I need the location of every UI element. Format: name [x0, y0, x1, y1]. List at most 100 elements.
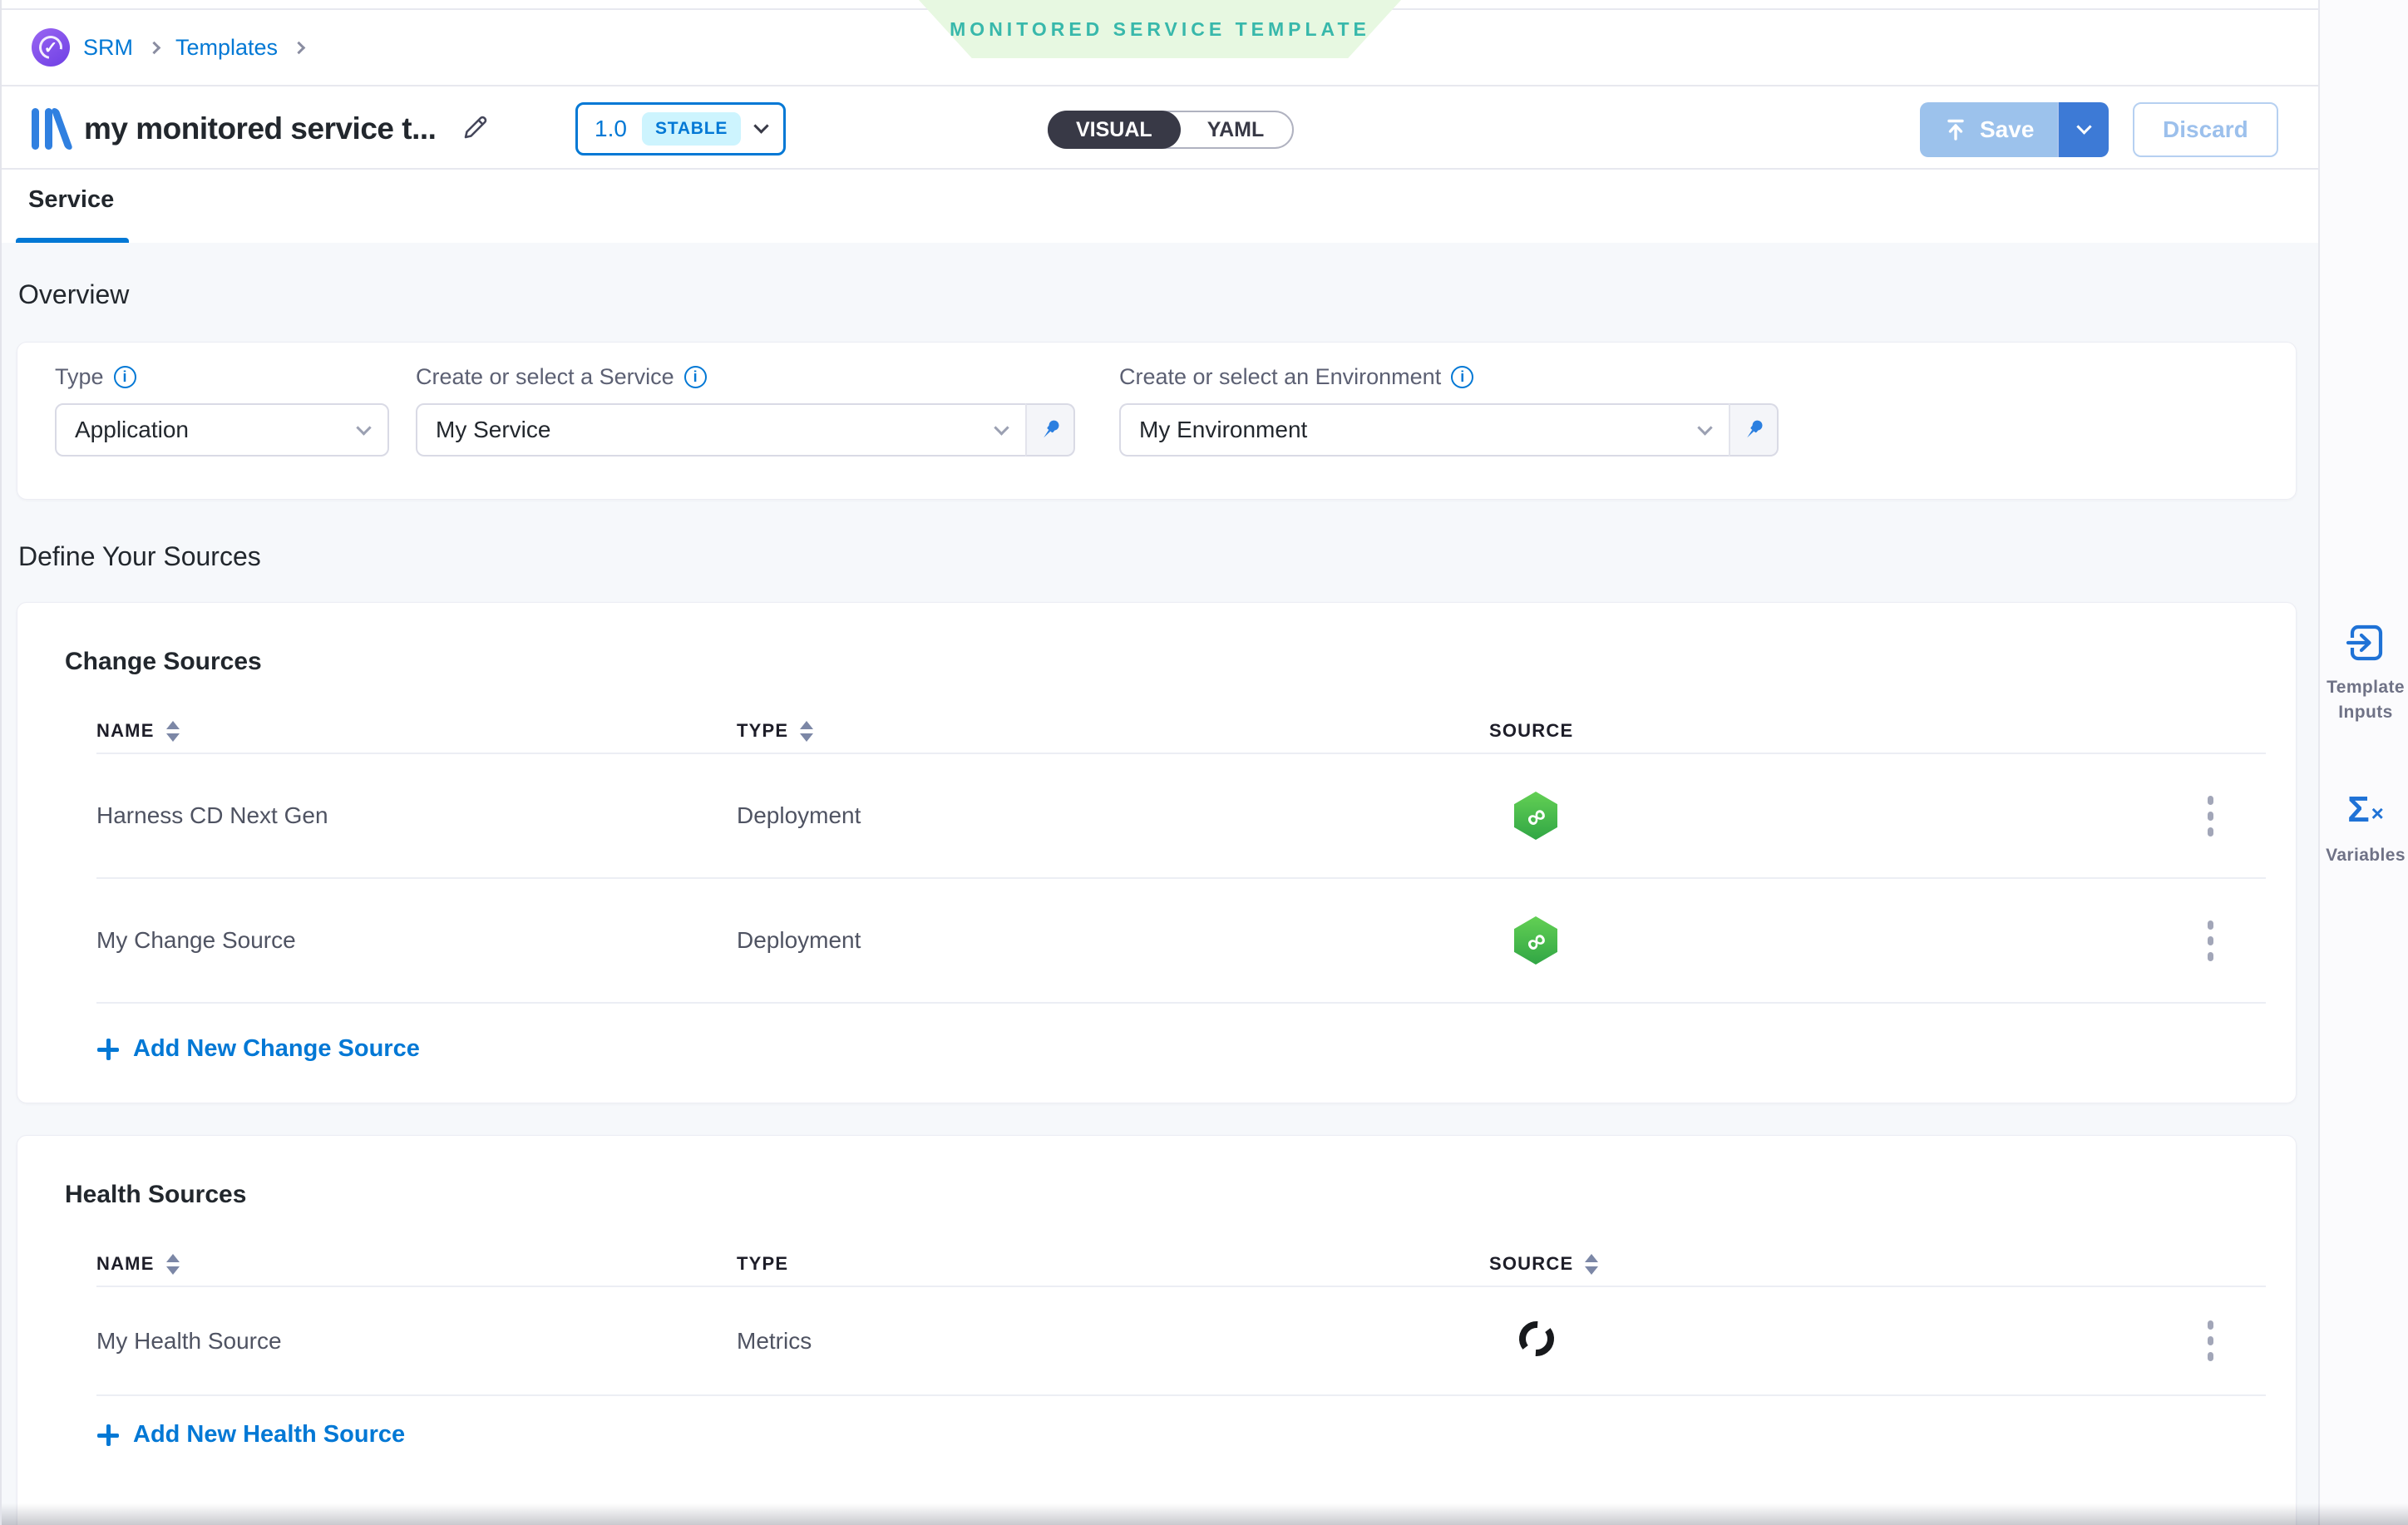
- service-label: Create or select a Service: [416, 364, 674, 390]
- variables-button[interactable]: Σ× Variables: [2320, 792, 2408, 868]
- harness-cd-hexagon-icon: [1514, 916, 1557, 965]
- change-sources-heading: Change Sources: [65, 648, 2296, 676]
- plus-icon: [96, 1038, 120, 1061]
- health-sources-card: Health Sources NAME TYPE SOURCE: [17, 1135, 2297, 1525]
- add-change-source-label: Add New Change Source: [133, 1035, 420, 1063]
- chevron-down-icon: [356, 420, 371, 435]
- row-options-menu-icon[interactable]: [2196, 789, 2225, 843]
- monitored-service-template-page: MONITORED SERVICE TEMPLATE SRM Templates…: [0, 0, 2408, 1525]
- pin-environment-button[interactable]: [1729, 403, 1779, 457]
- add-change-source-button[interactable]: Add New Change Source: [96, 1035, 2296, 1063]
- breadcrumb-srm-link[interactable]: SRM: [83, 35, 133, 61]
- save-button[interactable]: Save: [1920, 102, 2057, 157]
- info-icon[interactable]: i: [1451, 366, 1473, 388]
- appdynamics-icon: [1514, 1316, 1559, 1361]
- health-sources-table: NAME TYPE SOURCE My Health Source Metric…: [96, 1242, 2266, 1394]
- divider: [96, 1394, 2266, 1396]
- column-header-name[interactable]: NAME: [96, 720, 737, 742]
- chevron-right-icon: [293, 41, 306, 54]
- edit-pencil-icon[interactable]: [459, 111, 492, 148]
- overview-heading: Overview: [18, 279, 2318, 310]
- environment-select-value: My Environment: [1139, 417, 1307, 443]
- define-sources-heading: Define Your Sources: [18, 541, 2318, 572]
- sort-icon: [1585, 1254, 1598, 1275]
- discard-button-label: Discard: [2163, 116, 2248, 143]
- upload-arrow-icon: [1943, 117, 1968, 142]
- row-name: My Change Source: [96, 927, 737, 954]
- template-bars-icon: [32, 108, 66, 150]
- health-sources-heading: Health Sources: [65, 1181, 2296, 1209]
- template-inputs-label: Template Inputs: [2320, 675, 2408, 726]
- column-header-source[interactable]: SOURCE: [1489, 720, 2196, 742]
- chevron-right-icon: [148, 41, 161, 54]
- change-sources-table-header: NAME TYPE SOURCE: [96, 709, 2266, 753]
- health-sources-table-header: NAME TYPE SOURCE: [96, 1242, 2266, 1286]
- sigma-variables-icon: Σ×: [2347, 792, 2384, 832]
- title-block: my monitored service t...: [32, 88, 492, 170]
- template-inputs-icon: [2345, 622, 2386, 664]
- template-type-banner: MONITORED SERVICE TEMPLATE: [919, 0, 1401, 58]
- table-row[interactable]: My Change Source Deployment: [96, 877, 2266, 1002]
- right-toolbar: Template Inputs Σ× Variables: [2318, 0, 2408, 1525]
- add-health-source-label: Add New Health Source: [133, 1421, 405, 1449]
- pushpin-icon: [1036, 416, 1064, 444]
- version-number: 1.0: [595, 116, 627, 142]
- variables-label: Variables: [2326, 843, 2406, 868]
- type-label: Type: [55, 364, 104, 390]
- breadcrumb-templates-link[interactable]: Templates: [175, 35, 278, 61]
- column-header-type[interactable]: TYPE: [737, 720, 1489, 742]
- harness-cd-hexagon-icon: [1514, 792, 1557, 840]
- toggle-yaml[interactable]: YAML: [1179, 112, 1293, 147]
- environment-select[interactable]: My Environment: [1119, 403, 1729, 457]
- page-title: my monitored service t...: [84, 111, 436, 146]
- banner-label: MONITORED SERVICE TEMPLATE: [950, 18, 1370, 41]
- tab-bar: Service: [2, 171, 2318, 243]
- version-selector[interactable]: 1.0 STABLE: [575, 102, 786, 155]
- column-header-source[interactable]: SOURCE: [1489, 1253, 2196, 1275]
- visual-yaml-toggle: VISUAL YAML: [1048, 111, 1294, 149]
- sort-icon: [166, 721, 180, 742]
- overview-card: Type i Application Create or select a Se…: [17, 342, 2297, 500]
- row-type: Metrics: [737, 1328, 1489, 1355]
- save-button-label: Save: [1980, 116, 2034, 143]
- sort-icon: [166, 1254, 180, 1275]
- chevron-down-icon: [1697, 420, 1712, 435]
- discard-button[interactable]: Discard: [2133, 102, 2278, 157]
- change-sources-card: Change Sources NAME TYPE SOURCE: [17, 602, 2297, 1103]
- row-options-menu-icon[interactable]: [2196, 1314, 2225, 1368]
- environment-field: Create or select an Environment i My Env…: [1119, 364, 1779, 457]
- row-options-menu-icon[interactable]: [2196, 914, 2225, 968]
- info-icon[interactable]: i: [114, 366, 136, 388]
- version-stable-badge: STABLE: [642, 112, 741, 146]
- chevron-down-icon: [753, 118, 768, 133]
- pushpin-icon: [1739, 416, 1768, 444]
- table-row[interactable]: Harness CD Next Gen Deployment: [96, 753, 2266, 877]
- template-header: my monitored service t... 1.0 STABLE VIS…: [2, 88, 2318, 170]
- info-icon[interactable]: i: [684, 366, 707, 388]
- sort-icon: [800, 721, 813, 742]
- add-health-source-button[interactable]: Add New Health Source: [96, 1421, 2296, 1449]
- toggle-visual[interactable]: VISUAL: [1048, 111, 1181, 149]
- tab-service[interactable]: Service: [28, 186, 114, 214]
- column-header-name[interactable]: NAME: [96, 1253, 737, 1275]
- row-type: Deployment: [737, 927, 1489, 954]
- pin-service-button[interactable]: [1025, 403, 1075, 457]
- plus-icon: [96, 1424, 120, 1447]
- service-select[interactable]: My Service: [416, 403, 1025, 457]
- divider: [96, 1002, 2266, 1004]
- template-content: Overview Type i Application Create or se…: [2, 243, 2318, 1525]
- table-row[interactable]: My Health Source Metrics: [96, 1286, 2266, 1394]
- type-select[interactable]: Application: [55, 403, 389, 457]
- chevron-down-icon: [2076, 119, 2091, 134]
- type-field: Type i Application: [55, 364, 389, 457]
- service-field: Create or select a Service i My Service: [416, 364, 1075, 457]
- environment-label: Create or select an Environment: [1119, 364, 1441, 390]
- row-name: Harness CD Next Gen: [96, 802, 737, 829]
- save-options-caret[interactable]: [2057, 102, 2109, 157]
- column-header-type[interactable]: TYPE: [737, 1253, 1489, 1275]
- change-sources-table: NAME TYPE SOURCE Harness CD Next Gen Dep…: [96, 709, 2266, 1002]
- type-select-value: Application: [75, 417, 189, 443]
- chevron-down-icon: [994, 420, 1009, 435]
- service-select-value: My Service: [436, 417, 550, 443]
- template-inputs-button[interactable]: Template Inputs: [2320, 622, 2408, 726]
